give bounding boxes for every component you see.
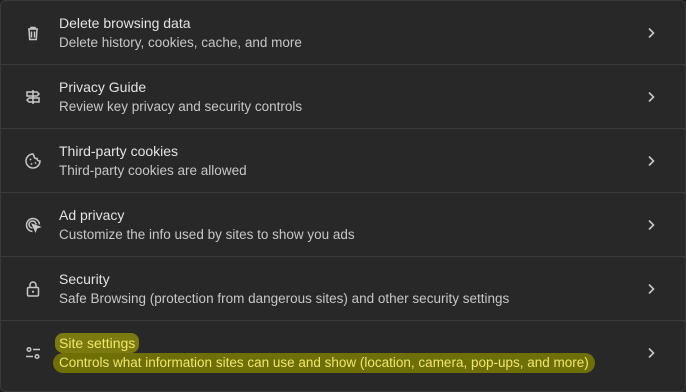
third-party-cookies-row[interactable]: Third-party cookies Third-party cookies … [1,129,685,193]
row-subtitle: Third-party cookies are allowed [59,163,247,178]
privacy-guide-icon [23,87,43,107]
row-title: Delete browsing data [59,15,191,31]
chevron-right-icon [643,153,659,169]
chevron-right-icon [643,25,659,41]
chevron-right-icon [643,345,659,361]
ad-privacy-row[interactable]: Ad privacy Customize the info used by si… [1,193,685,257]
row-title: Third-party cookies [59,143,179,159]
delete-browsing-data-row[interactable]: Delete browsing data Delete history, coo… [1,1,685,65]
row-subtitle: Review key privacy and security controls [59,99,303,114]
row-title: Site settings [55,333,140,353]
site-settings-row[interactable]: Site settings Controls what information … [1,321,685,387]
row-title: Security [59,271,110,287]
trash-icon [23,23,43,43]
row-subtitle: Safe Browsing (protection from dangerous… [59,291,510,306]
chevron-right-icon [643,281,659,297]
cookie-icon [23,151,43,171]
chevron-right-icon [643,217,659,233]
row-title-wrap: Site settings [55,333,625,353]
row-title: Privacy Guide [59,79,147,95]
security-row[interactable]: Security Safe Browsing (protection from … [1,257,685,321]
row-subtitle: Delete history, cookies, cache, and more [59,35,302,50]
site-settings-icon [23,343,43,363]
row-subtitle: Controls what information sites can use … [53,353,595,373]
row-subtitle: Customize the info used by sites to show… [59,227,355,242]
chevron-right-icon [643,89,659,105]
row-subtitle-wrap: Controls what information sites can use … [53,353,625,373]
privacy-security-panel: Delete browsing data Delete history, coo… [0,0,686,392]
privacy-guide-row[interactable]: Privacy Guide Review key privacy and sec… [1,65,685,129]
lock-icon [23,279,43,299]
ad-privacy-icon [23,215,43,235]
row-title: Ad privacy [59,207,125,223]
